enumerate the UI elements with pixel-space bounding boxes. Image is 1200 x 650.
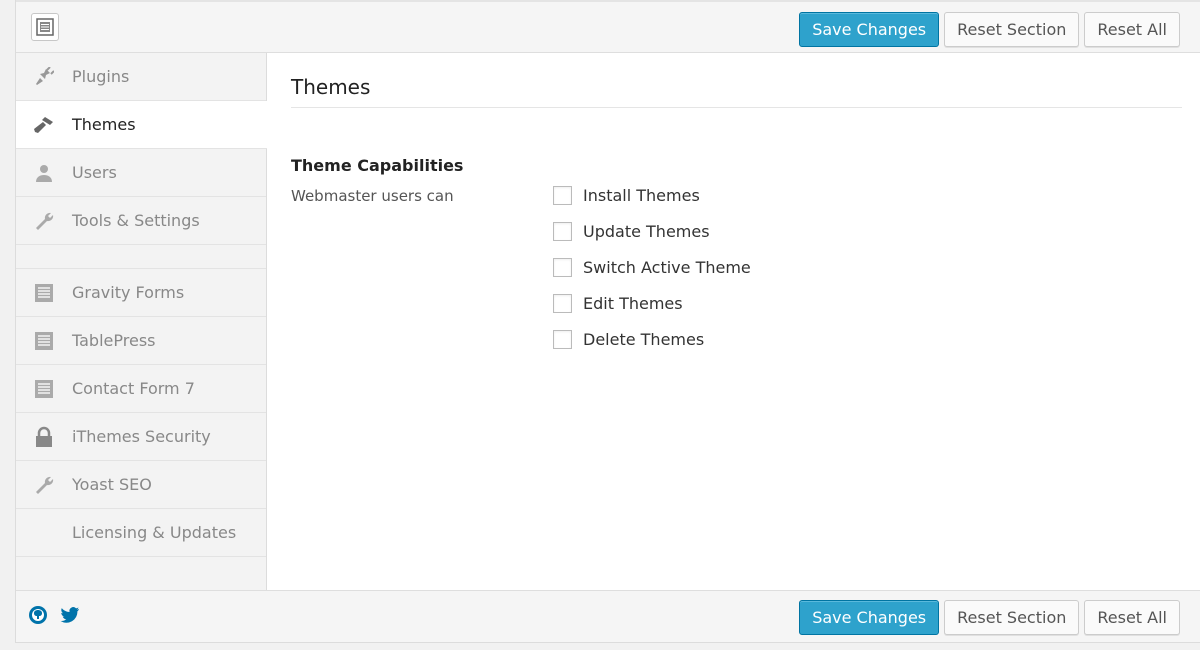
- sidebar-item-label: Tools & Settings: [72, 211, 200, 230]
- list-icon: [16, 331, 72, 351]
- option-label: Delete Themes: [583, 329, 705, 349]
- sidebar-item-label: Users: [72, 163, 117, 182]
- title-divider: [291, 107, 1182, 108]
- sidebar-item-gravity-forms[interactable]: Gravity Forms: [16, 269, 266, 317]
- sidebar-item-ithemes-security[interactable]: iThemes Security: [16, 413, 266, 461]
- wrench-icon: [16, 211, 72, 231]
- footer-icons: [28, 605, 80, 629]
- option-install-themes[interactable]: Install Themes: [553, 177, 751, 213]
- section-title: Theme Capabilities: [291, 156, 464, 175]
- section-description: Webmaster users can: [291, 187, 454, 205]
- sidebar-item-label: Gravity Forms: [72, 283, 185, 302]
- option-label: Switch Active Theme: [583, 257, 751, 277]
- switch-active-theme-checkbox[interactable]: [553, 257, 572, 277]
- option-delete-themes[interactable]: Delete Themes: [553, 321, 751, 357]
- settings-panel: Save Changes Reset Section Reset All Plu…: [15, 0, 1200, 643]
- sidebar-item-tablepress[interactable]: TablePress: [16, 317, 266, 365]
- sidebar-item-licensing-updates[interactable]: Licensing & Updates: [16, 509, 266, 557]
- edit-themes-checkbox[interactable]: [553, 293, 572, 313]
- option-label: Edit Themes: [583, 293, 683, 313]
- install-themes-checkbox[interactable]: [553, 185, 572, 205]
- sidebar-item-tools-settings[interactable]: Tools & Settings: [16, 197, 266, 245]
- list-icon: [16, 283, 72, 303]
- page-title: Themes: [291, 75, 371, 99]
- capability-options: Install Themes Update Themes Switch Acti…: [553, 177, 751, 357]
- sidebar-item-label: Contact Form 7: [72, 379, 195, 398]
- save-changes-button[interactable]: Save Changes: [799, 12, 940, 47]
- save-changes-button[interactable]: Save Changes: [799, 600, 940, 635]
- sidebar-item-label: iThemes Security: [72, 427, 211, 446]
- reset-section-button[interactable]: Reset Section: [944, 600, 1080, 635]
- sidebar: Plugins Themes Users Tools & Settings Gr…: [16, 53, 267, 590]
- reset-section-button[interactable]: Reset Section: [944, 12, 1080, 47]
- update-themes-checkbox[interactable]: [553, 221, 572, 241]
- bottom-button-group: Save Changes Reset Section Reset All: [799, 600, 1180, 635]
- sidebar-item-yoast-seo[interactable]: Yoast SEO: [16, 461, 266, 509]
- brush-icon: [16, 115, 72, 135]
- reset-all-button[interactable]: Reset All: [1084, 12, 1180, 47]
- list-icon: [16, 379, 72, 399]
- bottom-toolbar: Save Changes Reset Section Reset All: [16, 590, 1200, 642]
- top-button-group: Save Changes Reset Section Reset All: [799, 12, 1180, 47]
- reset-all-button[interactable]: Reset All: [1084, 600, 1180, 635]
- lock-icon: [16, 426, 72, 448]
- option-switch-active-theme[interactable]: Switch Active Theme: [553, 249, 751, 285]
- twitter-icon[interactable]: [60, 606, 80, 628]
- sidebar-item-themes[interactable]: Themes: [16, 101, 267, 149]
- sidebar-item-users[interactable]: Users: [16, 149, 266, 197]
- user-icon: [16, 163, 72, 183]
- sidebar-item-label: TablePress: [72, 331, 156, 350]
- sidebar-item-label: Plugins: [72, 67, 130, 86]
- option-label: Update Themes: [583, 221, 710, 241]
- panel-logo-icon: [31, 13, 59, 41]
- sidebar-item-label: Licensing & Updates: [72, 523, 237, 542]
- sidebar-item-label: Themes: [72, 115, 136, 134]
- delete-themes-checkbox[interactable]: [553, 329, 572, 349]
- sidebar-item-label: Yoast SEO: [72, 475, 152, 494]
- github-icon[interactable]: [28, 605, 48, 629]
- top-toolbar: Save Changes Reset Section Reset All: [16, 0, 1200, 53]
- main-content: Themes Theme Capabilities Webmaster user…: [268, 53, 1200, 590]
- option-edit-themes[interactable]: Edit Themes: [553, 285, 751, 321]
- option-label: Install Themes: [583, 185, 700, 205]
- wrench-icon: [16, 475, 72, 495]
- option-update-themes[interactable]: Update Themes: [553, 213, 751, 249]
- plug-icon: [16, 66, 72, 87]
- sidebar-item-contact-form-7[interactable]: Contact Form 7: [16, 365, 266, 413]
- sidebar-item-plugins[interactable]: Plugins: [16, 53, 266, 101]
- sidebar-divider: [16, 245, 266, 269]
